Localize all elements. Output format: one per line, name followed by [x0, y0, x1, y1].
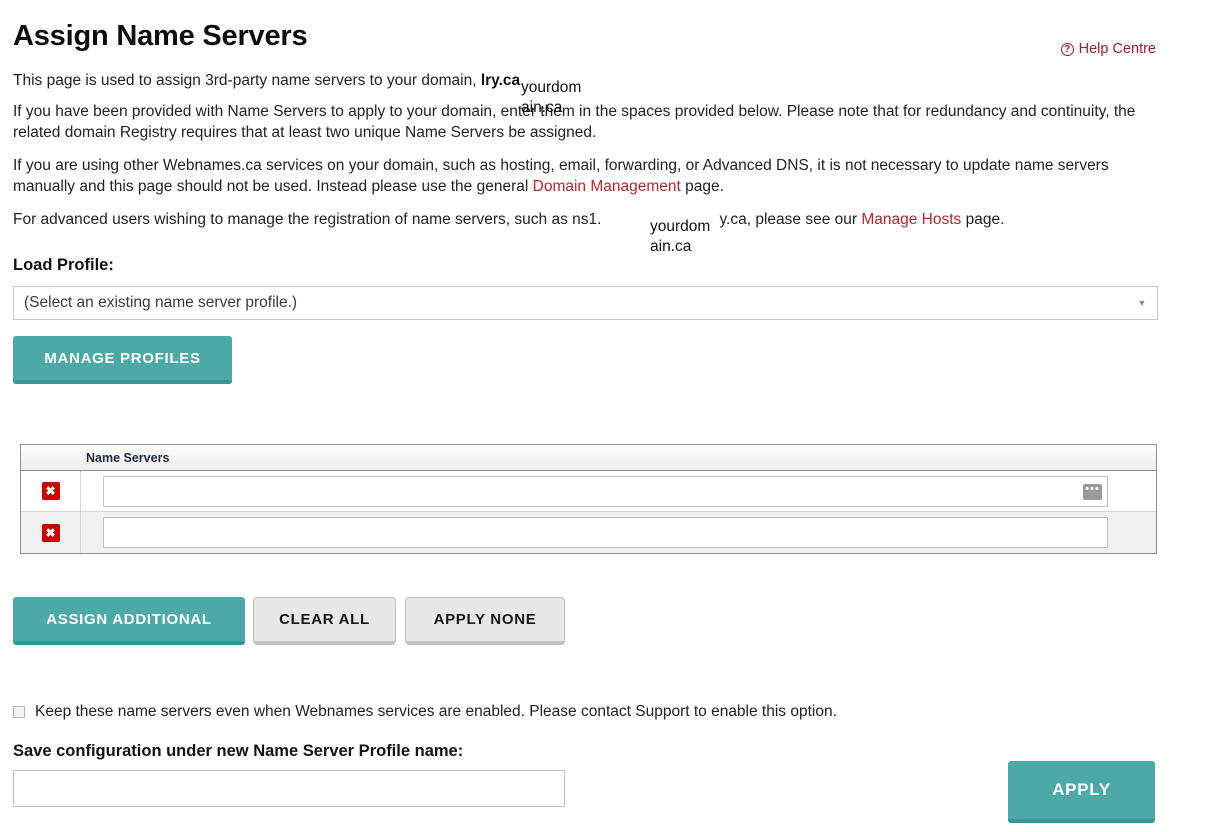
apply-button[interactable]: APPLY — [1008, 761, 1155, 823]
intro-p1-domain: lry.ca — [480, 72, 521, 89]
chevron-down-icon: ▼ — [1137, 297, 1147, 308]
keep-name-servers-checkbox[interactable] — [13, 706, 25, 718]
intro-p3-text-after: page. — [680, 178, 724, 195]
name-server-input-cell — [81, 517, 1156, 548]
domain-management-link[interactable]: Domain Management — [533, 178, 681, 195]
load-profile-selected-value: (Select an existing name server profile.… — [24, 294, 298, 311]
keep-name-servers-label: Keep these name servers even when Webnam… — [35, 703, 837, 720]
name-server-input-2[interactable] — [103, 517, 1108, 548]
page-title: Assign Name Servers — [13, 20, 308, 52]
name-servers-table-header: Name Servers — [21, 445, 1156, 471]
intro-p4-text-mid: y.ca, please see our — [719, 211, 862, 228]
intro-p4-text-before: For advanced users wishing to manage the… — [13, 211, 602, 228]
help-centre-label: Help Centre — [1078, 41, 1156, 57]
save-config-label: Save configuration under new Name Server… — [13, 742, 464, 760]
intro-p4-text-after: page. — [961, 211, 1005, 228]
apply-none-button[interactable]: APPLY NONE — [405, 597, 565, 645]
save-config-input[interactable] — [13, 770, 565, 807]
keep-name-servers-row: Keep these name servers even when Webnam… — [13, 703, 837, 721]
ellipsis-autofill-icon[interactable]: ••• — [1083, 483, 1102, 500]
assign-additional-button[interactable]: ASSIGN ADDITIONAL — [13, 597, 245, 645]
intro-paragraph-3: If you are using other Webnames.ca servi… — [13, 155, 1158, 197]
load-profile-label: Load Profile: — [13, 256, 114, 274]
intro-paragraph-2: If you have been provided with Name Serv… — [13, 103, 1136, 141]
intro-paragraph-1: This page is used to assign 3rd-party na… — [13, 70, 1158, 91]
delete-cell: ✖ — [21, 512, 81, 553]
manage-profiles-button[interactable]: MANAGE PROFILES — [13, 336, 232, 384]
intro-paragraph-4: For advanced users wishing to manage the… — [13, 209, 1158, 230]
question-circle-icon: ? — [1060, 42, 1074, 56]
column-header-name-servers: Name Servers — [86, 450, 170, 465]
name-servers-table: Name Servers ✖ ••• ✖ — [20, 444, 1157, 554]
manage-hosts-link[interactable]: Manage Hosts — [861, 211, 961, 228]
assign-name-servers-page: Assign Name Servers ? Help Centre This p… — [0, 0, 1206, 832]
delete-name-server-button[interactable]: ✖ — [41, 482, 60, 500]
load-profile-select[interactable]: (Select an existing name server profile.… — [13, 286, 1158, 320]
name-server-input-cell: ••• — [81, 475, 1156, 507]
delete-name-server-button[interactable]: ✖ — [41, 523, 60, 542]
intro-p1-text-after: . — [520, 72, 525, 89]
clear-all-button[interactable]: CLEAR ALL — [253, 597, 396, 645]
table-row: ✖ ••• — [21, 471, 1156, 512]
delete-cell: ✖ — [21, 471, 81, 511]
name-server-input-1[interactable]: ••• — [103, 475, 1108, 507]
intro-p1-text-before: This page is used to assign 3rd-party na… — [13, 72, 481, 89]
table-row: ✖ — [21, 512, 1156, 553]
help-centre-link[interactable]: ? Help Centre — [1060, 41, 1156, 57]
